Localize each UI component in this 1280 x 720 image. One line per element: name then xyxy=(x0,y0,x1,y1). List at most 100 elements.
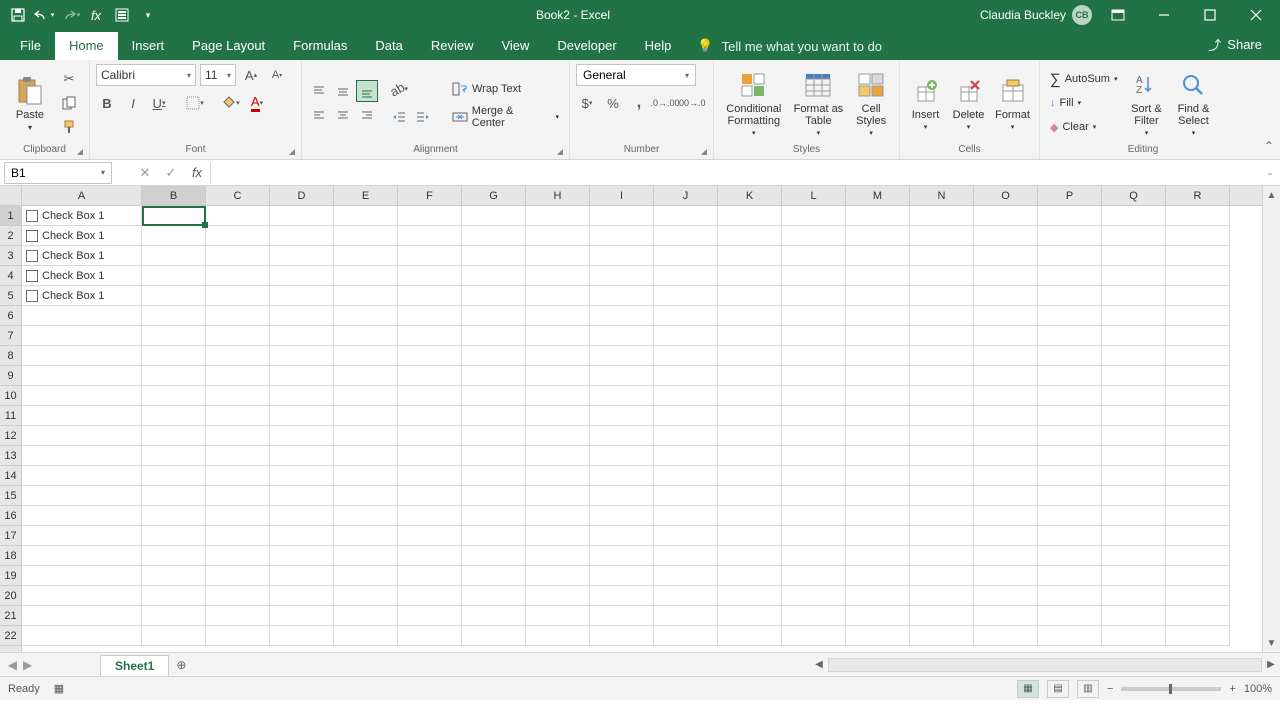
cell-O14[interactable] xyxy=(974,466,1038,486)
cell-O11[interactable] xyxy=(974,406,1038,426)
cell-K11[interactable] xyxy=(718,406,782,426)
cell-N5[interactable] xyxy=(910,286,974,306)
user-name[interactable]: Claudia Buckley xyxy=(980,8,1066,22)
font-color-icon[interactable]: A▾ xyxy=(246,92,268,114)
cell-L1[interactable] xyxy=(782,206,846,226)
column-header-M[interactable]: M xyxy=(846,186,910,205)
number-format-combo[interactable]: General▾ xyxy=(576,64,696,86)
cell-C20[interactable] xyxy=(206,586,270,606)
cell-A7[interactable] xyxy=(22,326,142,346)
cell-C21[interactable] xyxy=(206,606,270,626)
cell-D9[interactable] xyxy=(270,366,334,386)
cell-F20[interactable] xyxy=(398,586,462,606)
cell-R12[interactable] xyxy=(1166,426,1230,446)
cell-N18[interactable] xyxy=(910,546,974,566)
increase-indent-icon[interactable] xyxy=(412,106,434,128)
cell-N19[interactable] xyxy=(910,566,974,586)
cell-O10[interactable] xyxy=(974,386,1038,406)
comma-format-icon[interactable]: , xyxy=(628,92,650,114)
cell-K13[interactable] xyxy=(718,446,782,466)
column-header-H[interactable]: H xyxy=(526,186,590,205)
cell-C9[interactable] xyxy=(206,366,270,386)
cell-N13[interactable] xyxy=(910,446,974,466)
merge-center-button[interactable]: Merge & Center▾ xyxy=(448,106,563,128)
cell-B17[interactable] xyxy=(142,526,206,546)
cell-B22[interactable] xyxy=(142,626,206,646)
cell-I5[interactable] xyxy=(590,286,654,306)
cell-A9[interactable] xyxy=(22,366,142,386)
cell-D14[interactable] xyxy=(270,466,334,486)
cell-P17[interactable] xyxy=(1038,526,1102,546)
cells-area[interactable]: Check Box 1Check Box 1Check Box 1Check B… xyxy=(22,206,1262,646)
column-header-K[interactable]: K xyxy=(718,186,782,205)
cell-I22[interactable] xyxy=(590,626,654,646)
cell-A10[interactable] xyxy=(22,386,142,406)
select-all-corner[interactable] xyxy=(0,186,21,206)
column-header-G[interactable]: G xyxy=(462,186,526,205)
align-right-icon[interactable] xyxy=(356,104,378,126)
cell-J10[interactable] xyxy=(654,386,718,406)
cell-G2[interactable] xyxy=(462,226,526,246)
cell-J8[interactable] xyxy=(654,346,718,366)
sort-filter-button[interactable]: AZ Sort & Filter▾ xyxy=(1125,67,1167,139)
new-sheet-button[interactable]: ⊕ xyxy=(169,658,193,672)
cell-J1[interactable] xyxy=(654,206,718,226)
cell-L6[interactable] xyxy=(782,306,846,326)
cell-C3[interactable] xyxy=(206,246,270,266)
cell-M22[interactable] xyxy=(846,626,910,646)
row-header-17[interactable]: 17 xyxy=(0,526,21,546)
decrease-decimal-icon[interactable]: .00→.0 xyxy=(680,92,702,114)
cell-L11[interactable] xyxy=(782,406,846,426)
ribbon-display-icon[interactable] xyxy=(1098,1,1138,29)
cell-G8[interactable] xyxy=(462,346,526,366)
cell-H8[interactable] xyxy=(526,346,590,366)
row-header-9[interactable]: 9 xyxy=(0,366,21,386)
cell-I15[interactable] xyxy=(590,486,654,506)
align-left-icon[interactable] xyxy=(308,104,330,126)
cell-H12[interactable] xyxy=(526,426,590,446)
cell-K21[interactable] xyxy=(718,606,782,626)
cell-G16[interactable] xyxy=(462,506,526,526)
tab-file[interactable]: File xyxy=(6,32,55,60)
cell-K17[interactable] xyxy=(718,526,782,546)
cell-H18[interactable] xyxy=(526,546,590,566)
cell-R20[interactable] xyxy=(1166,586,1230,606)
cell-J4[interactable] xyxy=(654,266,718,286)
cell-E17[interactable] xyxy=(334,526,398,546)
cell-B15[interactable] xyxy=(142,486,206,506)
cell-F16[interactable] xyxy=(398,506,462,526)
cell-O17[interactable] xyxy=(974,526,1038,546)
cell-I3[interactable] xyxy=(590,246,654,266)
cell-N4[interactable] xyxy=(910,266,974,286)
cell-K2[interactable] xyxy=(718,226,782,246)
share-button[interactable]: ⤴ Share xyxy=(1208,35,1262,60)
cell-A1[interactable]: Check Box 1 xyxy=(22,206,142,226)
cell-R8[interactable] xyxy=(1166,346,1230,366)
cell-B18[interactable] xyxy=(142,546,206,566)
row-header-15[interactable]: 15 xyxy=(0,486,21,506)
cell-Q21[interactable] xyxy=(1102,606,1166,626)
cell-H14[interactable] xyxy=(526,466,590,486)
page-layout-view-icon[interactable]: ▤ xyxy=(1047,680,1069,698)
macro-record-icon[interactable]: ▦ xyxy=(54,682,64,695)
cell-O19[interactable] xyxy=(974,566,1038,586)
cell-I19[interactable] xyxy=(590,566,654,586)
cell-M17[interactable] xyxy=(846,526,910,546)
cell-I13[interactable] xyxy=(590,446,654,466)
cell-D5[interactable] xyxy=(270,286,334,306)
borders-icon[interactable]: ▾ xyxy=(184,92,206,114)
cell-L3[interactable] xyxy=(782,246,846,266)
zoom-in-icon[interactable]: + xyxy=(1229,683,1235,695)
cell-R21[interactable] xyxy=(1166,606,1230,626)
column-header-C[interactable]: C xyxy=(206,186,270,205)
cell-G5[interactable] xyxy=(462,286,526,306)
column-header-L[interactable]: L xyxy=(782,186,846,205)
cell-R22[interactable] xyxy=(1166,626,1230,646)
column-header-D[interactable]: D xyxy=(270,186,334,205)
cell-N1[interactable] xyxy=(910,206,974,226)
cell-O4[interactable] xyxy=(974,266,1038,286)
cell-D6[interactable] xyxy=(270,306,334,326)
cell-I10[interactable] xyxy=(590,386,654,406)
cell-R17[interactable] xyxy=(1166,526,1230,546)
cell-N6[interactable] xyxy=(910,306,974,326)
